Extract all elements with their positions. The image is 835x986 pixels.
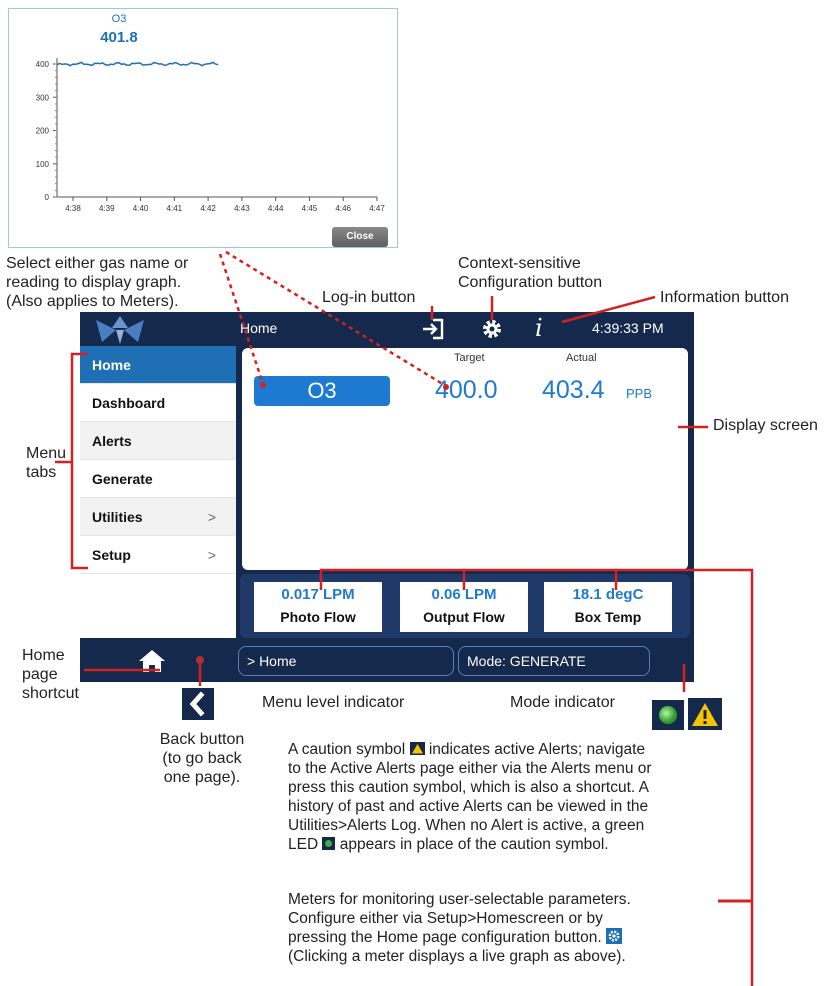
x-tick-label: 4:39 bbox=[99, 204, 115, 213]
teledyne-logo-icon bbox=[96, 316, 144, 344]
x-tick-label: 4:46 bbox=[335, 204, 351, 213]
login-button[interactable] bbox=[420, 317, 446, 346]
mode-display: Mode: GENERATE bbox=[458, 646, 650, 676]
caution-icon bbox=[692, 703, 718, 726]
x-tick-label: 4:41 bbox=[167, 204, 183, 213]
x-tick-label: 4:38 bbox=[65, 204, 81, 213]
select-gas-annotation: Select either gas name or reading to dis… bbox=[6, 255, 189, 310]
information-button[interactable]: i bbox=[535, 314, 543, 342]
unit-label: PPB bbox=[626, 386, 653, 401]
chevron-left-icon bbox=[189, 691, 205, 717]
gas-name-button[interactable]: O3 bbox=[254, 376, 390, 406]
meters-paragraph: Meters for monitoring user-selectable pa… bbox=[288, 891, 631, 965]
menu-tab-setup[interactable]: Setup > bbox=[80, 536, 236, 574]
meter-photo-flow[interactable]: 0.017 LPM Photo Flow bbox=[254, 582, 382, 632]
graph-gas-name[interactable]: O3 bbox=[94, 13, 144, 25]
caution-indicator[interactable] bbox=[688, 698, 722, 730]
gear-icon bbox=[483, 320, 501, 338]
configuration-button[interactable] bbox=[480, 317, 504, 346]
info-annotation: Information button bbox=[660, 289, 789, 306]
o3-series-line bbox=[56, 61, 219, 67]
menu-level-annotation: Menu level indicator bbox=[262, 694, 405, 711]
screen-title: Home bbox=[240, 320, 278, 336]
y-tick-label: 300 bbox=[36, 93, 50, 102]
x-tick-label: 4:40 bbox=[133, 204, 149, 213]
meter-output-flow[interactable]: 0.06 LPM Output Flow bbox=[400, 582, 528, 632]
instrument-screen: Home i 4:39:33 PM Home Dashboard Alerts … bbox=[80, 312, 694, 682]
login-icon bbox=[423, 318, 444, 340]
chevron-right-icon: > bbox=[207, 509, 216, 525]
home-shortcut-annotation: Home page shortcut bbox=[22, 647, 79, 702]
actual-value[interactable]: 403.4 bbox=[542, 376, 605, 405]
display-screen-annotation: Display screen bbox=[713, 417, 818, 434]
home-shortcut-button[interactable] bbox=[138, 648, 166, 679]
config-inline-icon bbox=[605, 928, 622, 944]
y-tick-label: 200 bbox=[36, 127, 50, 136]
menu-tab-dashboard[interactable]: Dashboard bbox=[80, 384, 236, 422]
target-value[interactable]: 400.0 bbox=[435, 376, 498, 405]
display-screen: Target Actual O3 400.0 403.4 PPB bbox=[240, 346, 690, 572]
menu-tabs-annotation: Menu tabs bbox=[26, 445, 67, 481]
menu-sidebar: Home Dashboard Alerts Generate Utilities… bbox=[80, 346, 236, 638]
chevron-right-icon: > bbox=[207, 547, 216, 563]
meter-box-temp[interactable]: 18.1 degC Box Temp bbox=[544, 582, 672, 632]
x-tick-label: 4:45 bbox=[302, 204, 318, 213]
login-annotation: Log-in button bbox=[322, 289, 416, 306]
graph-popup: 400 300 200 100 0 4:38 4:39 4:40 4:41 4:42 4:43 4:… bbox=[8, 8, 398, 248]
menu-tab-utilities[interactable]: Utilities > bbox=[80, 498, 236, 536]
x-tick-label: 4:44 bbox=[268, 204, 284, 213]
menu-level-indicator: > Home bbox=[238, 646, 454, 676]
green-led-icon bbox=[659, 706, 677, 724]
green-led-indicator[interactable] bbox=[652, 700, 684, 730]
menu-tab-alerts[interactable]: Alerts bbox=[80, 422, 236, 460]
top-bar: Home i 4:39:33 PM bbox=[80, 312, 694, 346]
back-button[interactable] bbox=[182, 688, 214, 720]
target-label: Target bbox=[454, 352, 485, 364]
home-icon bbox=[139, 650, 165, 672]
back-button-marker[interactable] bbox=[196, 656, 204, 664]
y-tick-label: 100 bbox=[36, 160, 50, 169]
x-tick-label: 4:43 bbox=[234, 204, 250, 213]
config-annotation: Context-sensitive Configuration button bbox=[458, 255, 603, 291]
led-inline-icon bbox=[322, 837, 336, 850]
caution-inline-icon bbox=[409, 742, 425, 755]
menu-tab-generate[interactable]: Generate bbox=[80, 460, 236, 498]
x-tick-label: 4:47 bbox=[369, 204, 385, 213]
graph-reading-value[interactable]: 401.8 bbox=[79, 29, 159, 46]
back-button-annotation: Back button (to go back one page). bbox=[159, 731, 245, 786]
meters-panel: 0.017 LPM Photo Flow 0.06 LPM Output Flo… bbox=[240, 574, 690, 638]
actual-label: Actual bbox=[566, 352, 597, 364]
y-tick-label: 0 bbox=[45, 193, 50, 202]
y-tick-label: 400 bbox=[36, 60, 50, 69]
x-tick-label: 4:42 bbox=[200, 204, 216, 213]
menu-tab-home[interactable]: Home bbox=[80, 346, 236, 384]
close-button[interactable]: Close bbox=[332, 227, 388, 247]
clock: 4:39:33 PM bbox=[592, 320, 664, 336]
caution-paragraph: A caution symbol indicates active Alerts… bbox=[288, 741, 652, 853]
o3-trend-chart: 400 300 200 100 0 4:38 4:39 4:40 4:41 4:42 4:43 4:… bbox=[36, 58, 385, 213]
bottom-bar: > Home Mode: GENERATE bbox=[80, 640, 694, 682]
mode-indicator-annotation: Mode indicator bbox=[510, 694, 615, 711]
